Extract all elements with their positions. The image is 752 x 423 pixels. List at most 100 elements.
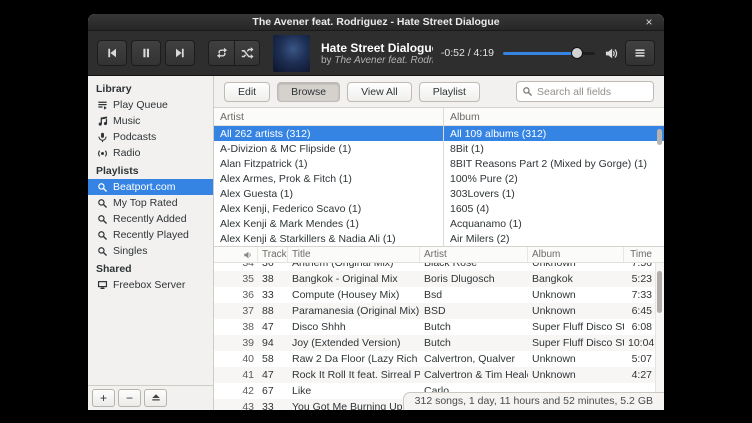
album-row[interactable]: 8Bit (1) <box>444 141 664 156</box>
track-cell-title: You Got Me Burning Up - Sue… <box>288 401 420 410</box>
track-cell-album: Unknown <box>528 263 624 269</box>
track-cell-album: Unknown <box>528 305 624 317</box>
track-cell-track: 36 <box>258 263 288 269</box>
album-row[interactable]: 100% Pure (2) <box>444 171 664 186</box>
track-row[interactable]: 38 47 Disco Shhh Butch Super Fluff Disco… <box>214 319 664 335</box>
track-cell-track: 33 <box>258 289 288 301</box>
add-playlist-button[interactable]: + <box>92 389 115 407</box>
sidebar-item-freebox-server[interactable]: Freebox Server <box>88 277 213 293</box>
repeat-button[interactable] <box>208 40 234 66</box>
time-display: -0:52 / 4:19 <box>441 47 494 59</box>
app-window: The Avener feat. Rodriguez - Hate Street… <box>88 14 664 410</box>
menu-button[interactable] <box>625 40 655 66</box>
track-cell-track: 58 <box>258 353 288 365</box>
album-column-header[interactable]: Album <box>528 247 624 262</box>
sidebar-item-music[interactable]: Music <box>88 113 213 129</box>
playlist-menu-button[interactable]: Playlist <box>419 82 480 102</box>
album-row[interactable]: 8BIT Reasons Part 2 (Mixed by Gorge) (1) <box>444 156 664 171</box>
track-row[interactable]: 41 47 Rock It Roll It feat. Sirreal Pip…… <box>214 367 664 383</box>
add-icon: + <box>100 392 107 404</box>
main-content: Edit Browse View All Playlist Artist All… <box>214 76 664 410</box>
close-icon: × <box>645 15 652 29</box>
track-row[interactable]: 34 36 Anthem (Original Mix) Black Rose U… <box>214 263 664 271</box>
remove-playlist-button[interactable]: − <box>118 389 141 407</box>
seek-slider[interactable] <box>503 46 595 60</box>
search-input[interactable] <box>537 86 648 98</box>
album-row[interactable]: Acquanamo (1) <box>444 216 664 231</box>
previous-button[interactable] <box>97 40 127 66</box>
album-row[interactable]: 303Lovers (1) <box>444 186 664 201</box>
auto-playlist-icon <box>97 230 108 241</box>
pause-button[interactable] <box>131 40 161 66</box>
track-cell-artist: Bsd <box>420 289 528 301</box>
sidebar-item-radio[interactable]: Radio <box>88 145 213 161</box>
album-art <box>273 35 310 72</box>
track-list: Track Title Artist Album Time 34 36 Anth… <box>214 247 664 410</box>
artist-row[interactable]: Alan Fitzpatrick (1) <box>214 156 443 171</box>
byline-artist: The Avener feat. Rodriguez <box>334 55 433 66</box>
view-all-button[interactable]: View All <box>347 82 412 102</box>
sidebar: Library Play Queue Music Podcasts Radio <box>88 76 214 410</box>
track-row[interactable]: 39 94 Joy (Extended Version) Butch Super… <box>214 335 664 351</box>
artist-row[interactable]: Alex Kenji, Federico Scavo (1) <box>214 201 443 216</box>
artist-row[interactable]: All 262 artists (312) <box>214 126 443 141</box>
repeat-shuffle-group <box>208 40 260 66</box>
album-row[interactable]: Air Milers (2) <box>444 231 664 246</box>
artist-row[interactable]: Alex Kenji & Starkillers & Nadia Ali (1) <box>214 231 443 246</box>
titlebar[interactable]: The Avener feat. Rodriguez - Hate Street… <box>88 14 664 31</box>
track-row[interactable]: 40 58 Raw 2 Da Floor (Lazy Rich Re… Calv… <box>214 351 664 367</box>
album-column-header[interactable]: Album <box>444 108 664 126</box>
close-button[interactable]: × <box>641 14 657 30</box>
sidebar-item-recently-added[interactable]: Recently Added <box>88 211 213 227</box>
music-note-icon <box>97 116 108 127</box>
edit-button[interactable]: Edit <box>224 82 270 102</box>
remove-icon: − <box>126 392 133 404</box>
sidebar-item-singles[interactable]: Singles <box>88 243 213 259</box>
sidebar-actions: + − <box>88 385 213 410</box>
volume-button[interactable] <box>602 44 621 63</box>
artist-row[interactable]: Alex Guesta (1) <box>214 186 443 201</box>
playing-column-header[interactable] <box>214 247 258 262</box>
sidebar-item-label: Singles <box>113 245 147 257</box>
next-button[interactable] <box>165 40 195 66</box>
artist-row[interactable]: Alex Kenji & Mark Mendes (1) <box>214 216 443 231</box>
seek-handle[interactable] <box>571 47 583 59</box>
track-row[interactable]: 36 33 Compute (Housey Mix) Bsd Unknown 7… <box>214 287 664 303</box>
track-list-scrollbar[interactable] <box>655 263 664 410</box>
album-pane: Album All 109 albums (312) 8Bit (1) 8BIT… <box>444 108 664 246</box>
search-box[interactable] <box>516 81 654 102</box>
window-title: The Avener feat. Rodriguez - Hate Street… <box>252 16 499 28</box>
track-list-scrollbar-thumb[interactable] <box>657 271 662 313</box>
sidebar-item-label: Recently Added <box>113 213 187 225</box>
sidebar-item-play-queue[interactable]: Play Queue <box>88 97 213 113</box>
sidebar-item-my-top-rated[interactable]: My Top Rated <box>88 195 213 211</box>
artist-row[interactable]: A-Divizion & MC Flipside (1) <box>214 141 443 156</box>
sidebar-item-podcasts[interactable]: Podcasts <box>88 129 213 145</box>
album-row[interactable]: 1605 (4) <box>444 201 664 216</box>
browse-toggle-button[interactable]: Browse <box>277 82 340 102</box>
track-cell-track: 38 <box>258 273 288 285</box>
track-column-header[interactable]: Track <box>258 247 288 262</box>
auto-playlist-icon <box>97 198 108 209</box>
sidebar-item-beatport[interactable]: Beatport.com <box>88 179 213 195</box>
artist-column-header[interactable]: Artist <box>214 108 443 126</box>
title-column-header[interactable]: Title <box>288 247 420 262</box>
track-rows: 34 36 Anthem (Original Mix) Black Rose U… <box>214 263 664 410</box>
eject-button[interactable] <box>144 389 167 407</box>
artist-row[interactable]: Alex Armes, Prok & Fitch (1) <box>214 171 443 186</box>
track-row[interactable]: 35 38 Bangkok - Original Mix Boris Dlugo… <box>214 271 664 287</box>
artist-column-header[interactable]: Artist <box>420 247 528 262</box>
album-row[interactable]: All 109 albums (312) <box>444 126 664 141</box>
player-toolbar: Hate Street Dialogue by The Avener feat.… <box>88 31 664 76</box>
radio-icon <box>97 148 108 159</box>
track-row-number: 34 <box>214 263 258 269</box>
track-cell-track: 88 <box>258 305 288 317</box>
album-scrollbar-thumb[interactable] <box>657 129 662 145</box>
sidebar-heading-shared: Shared <box>88 259 213 277</box>
track-cell-album: Super Fluff Disco Stuff <box>528 337 624 349</box>
time-column-header[interactable]: Time <box>624 247 664 262</box>
track-row[interactable]: 37 88 Paramanesia (Original Mix) BSD Unk… <box>214 303 664 319</box>
track-cell-artist: BSD <box>420 305 528 317</box>
shuffle-button[interactable] <box>234 40 260 66</box>
sidebar-item-recently-played[interactable]: Recently Played <box>88 227 213 243</box>
